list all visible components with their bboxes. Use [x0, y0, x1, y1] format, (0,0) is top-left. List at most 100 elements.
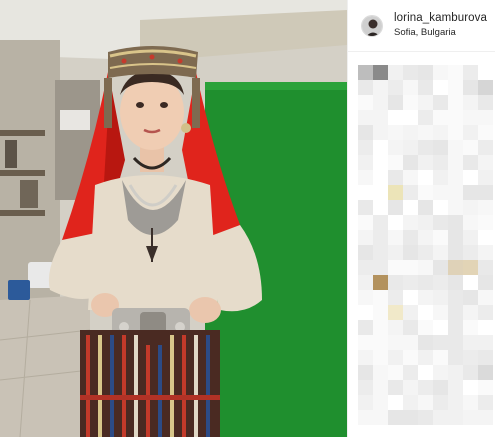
pixel-cell — [463, 290, 478, 305]
pixel-cell — [373, 320, 388, 335]
pixel-cell — [478, 215, 493, 230]
pixel-cell — [388, 395, 403, 410]
pixel-cell — [433, 125, 448, 140]
pixel-cell — [463, 140, 478, 155]
pixel-cell — [373, 260, 388, 275]
pixelated-comments-icon — [358, 65, 493, 425]
pixel-cell — [388, 80, 403, 95]
pixel-cell — [478, 245, 493, 260]
pixel-cell — [403, 155, 418, 170]
pixel-cell — [478, 185, 493, 200]
pixel-cell — [403, 335, 418, 350]
pixel-cell — [463, 95, 478, 110]
pixel-cell — [463, 365, 478, 380]
pixel-cell — [463, 170, 478, 185]
pixel-cell — [448, 395, 463, 410]
post-header: lorina_kamburova Sofia, Bulgaria — [348, 0, 495, 52]
pixel-cell — [478, 410, 493, 425]
pixel-cell — [358, 335, 373, 350]
pixel-cell — [418, 95, 433, 110]
pixel-cell — [463, 80, 478, 95]
pixel-cell — [448, 320, 463, 335]
pixel-cell — [388, 95, 403, 110]
pixel-cell — [418, 140, 433, 155]
pixel-cell — [463, 410, 478, 425]
pixel-cell — [388, 110, 403, 125]
pixel-cell — [478, 320, 493, 335]
pixel-cell — [463, 395, 478, 410]
pixel-cell — [433, 95, 448, 110]
username-link[interactable]: lorina_kamburova — [394, 12, 487, 26]
pixel-cell — [448, 200, 463, 215]
pixel-cell — [373, 380, 388, 395]
pixel-cell — [388, 260, 403, 275]
pixel-cell — [478, 155, 493, 170]
pixel-cell — [403, 410, 418, 425]
pixel-cell — [358, 380, 373, 395]
pixel-cell — [448, 80, 463, 95]
pixel-cell — [358, 80, 373, 95]
pixel-cell — [433, 260, 448, 275]
pixel-cell — [388, 65, 403, 80]
pixel-cell — [448, 260, 463, 275]
pixel-cell — [478, 260, 493, 275]
pixel-cell — [433, 365, 448, 380]
pixel-cell — [418, 80, 433, 95]
pixel-cell — [373, 410, 388, 425]
pixel-cell — [478, 230, 493, 245]
pixel-cell — [403, 65, 418, 80]
pixel-cell — [358, 65, 373, 80]
pixel-cell — [388, 230, 403, 245]
pixel-cell — [373, 200, 388, 215]
pixel-cell — [418, 155, 433, 170]
pixel-cell — [418, 230, 433, 245]
pixel-cell — [463, 200, 478, 215]
pixel-cell — [448, 215, 463, 230]
pixel-cell — [403, 95, 418, 110]
pixel-cell — [403, 170, 418, 185]
pixel-cell — [478, 305, 493, 320]
pixel-cell — [373, 290, 388, 305]
pixel-cell — [448, 125, 463, 140]
pixel-cell — [403, 350, 418, 365]
pixel-cell — [418, 65, 433, 80]
avatar[interactable] — [361, 14, 383, 37]
pixel-cell — [388, 170, 403, 185]
pixel-cell — [373, 275, 388, 290]
location-link[interactable]: Sofia, Bulgaria — [394, 27, 487, 38]
pixel-cell — [448, 275, 463, 290]
pixel-cell — [433, 200, 448, 215]
post-photo[interactable] — [0, 0, 347, 437]
pixel-cell — [373, 230, 388, 245]
pixel-cell — [358, 275, 373, 290]
pixel-cell — [358, 230, 373, 245]
pixel-cell — [433, 170, 448, 185]
pixel-cell — [403, 365, 418, 380]
pixel-cell — [418, 305, 433, 320]
post-sidebar: lorina_kamburova Sofia, Bulgaria — [347, 0, 495, 437]
pixel-cell — [403, 140, 418, 155]
header-text: lorina_kamburova Sofia, Bulgaria — [394, 12, 487, 38]
pixel-cell — [478, 290, 493, 305]
pixel-cell — [418, 290, 433, 305]
pixel-cell — [418, 380, 433, 395]
pixel-cell — [433, 245, 448, 260]
pixel-cell — [358, 95, 373, 110]
pixel-cell — [418, 215, 433, 230]
pixel-cell — [403, 290, 418, 305]
pixel-cell — [403, 245, 418, 260]
pixel-cell — [388, 335, 403, 350]
pixel-cell — [358, 410, 373, 425]
pixel-cell — [463, 335, 478, 350]
pixel-cell — [478, 110, 493, 125]
pixel-cell — [418, 170, 433, 185]
pixel-cell — [433, 395, 448, 410]
pixel-cell — [418, 275, 433, 290]
pixel-cell — [373, 245, 388, 260]
pixel-cell — [463, 125, 478, 140]
pixel-cell — [418, 320, 433, 335]
pixel-cell — [373, 335, 388, 350]
pixel-cell — [463, 245, 478, 260]
pixel-cell — [418, 260, 433, 275]
pixel-cell — [358, 155, 373, 170]
